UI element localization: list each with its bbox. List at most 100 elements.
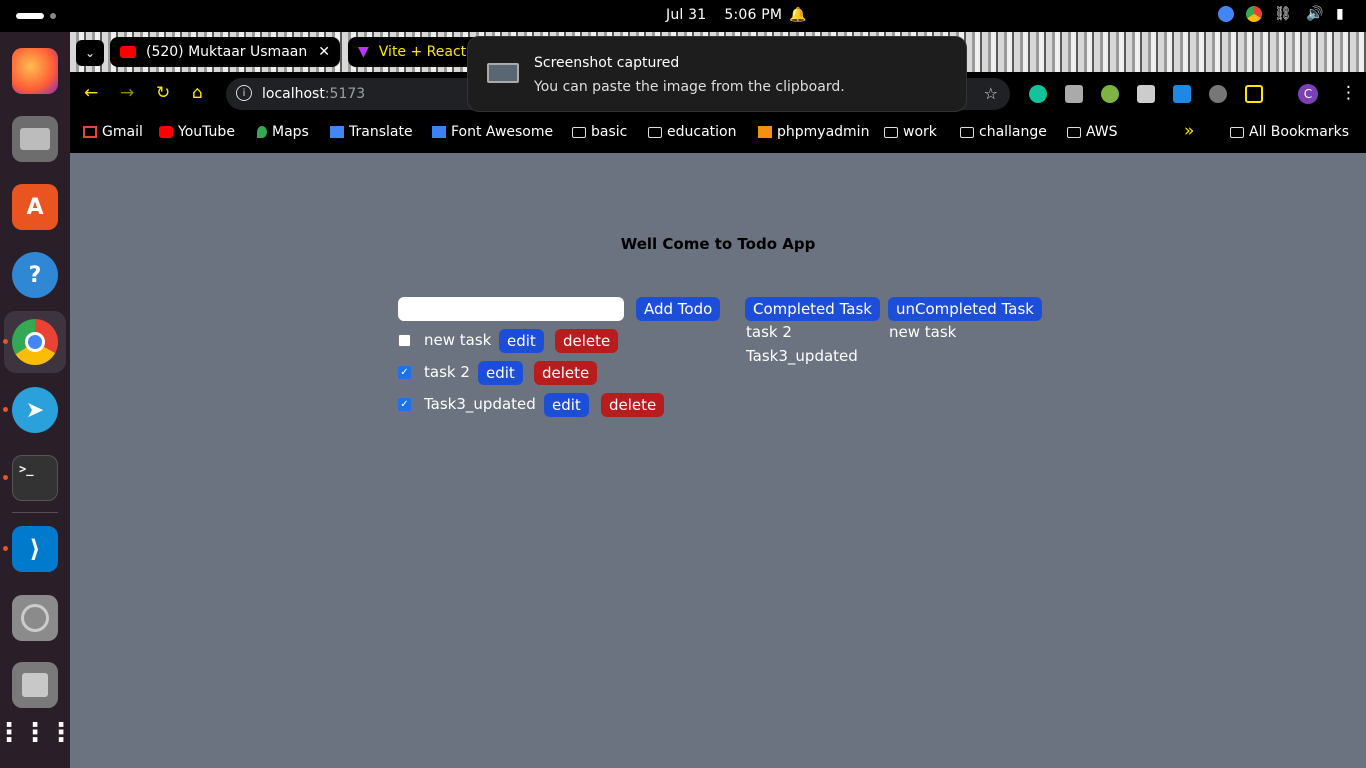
phpmyadmin-icon [758, 126, 772, 138]
clock[interactable]: Jul 31 5:06 PM [666, 7, 800, 23]
more-bookmarks-button[interactable]: » [1184, 121, 1194, 141]
workspace-dot [50, 13, 56, 19]
folder-icon [1067, 126, 1081, 138]
bookmark-label: All Bookmarks [1249, 124, 1350, 140]
camera-icon[interactable] [1137, 85, 1155, 103]
bookmark-phpmyadmin[interactable]: phpmyadmin [758, 124, 869, 140]
date-text: Jul 31 [666, 7, 707, 23]
trash-icon[interactable] [12, 662, 58, 708]
completed-item: task 2 [746, 323, 792, 341]
completed-task-button[interactable]: Completed Task [745, 297, 880, 321]
bookmark-label: work [903, 124, 937, 140]
todo-text: task 2 [424, 363, 470, 381]
add-todo-button[interactable]: Add Todo [636, 297, 721, 321]
files-icon[interactable] [12, 116, 58, 162]
notification-bell-icon[interactable]: 🔔 [789, 7, 806, 23]
tab-youtube[interactable]: (520) Muktaar Usmaan ✕ [110, 37, 340, 67]
bookmark-label: challange [979, 124, 1047, 140]
network-icon[interactable]: ⛓ [1274, 6, 1294, 22]
delete-button[interactable]: delete [601, 393, 665, 417]
grammarly-icon[interactable] [1029, 85, 1047, 103]
delete-button[interactable]: delete [534, 361, 598, 385]
extension-icon[interactable] [1209, 85, 1227, 103]
bookmark-folder-aws[interactable]: AWS [1067, 124, 1118, 140]
bookmark-gmail[interactable]: Gmail [83, 124, 143, 140]
home-icon[interactable]: ⌂ [192, 83, 203, 103]
activities-indicator[interactable] [16, 13, 44, 19]
time-text: 5:06 PM [724, 7, 783, 23]
bookmark-label: Translate [349, 124, 413, 140]
bookmark-label: basic [591, 124, 628, 140]
show-apps-icon[interactable]: ⋮⋮⋮ [0, 710, 74, 756]
close-tab-icon[interactable]: ✕ [318, 44, 330, 60]
system-tray[interactable]: ⛓ 🔊 ▮ [1218, 6, 1350, 22]
folder-icon [884, 126, 898, 138]
bookmark-label: YouTube [178, 124, 235, 140]
edit-extension-icon[interactable] [1173, 85, 1191, 103]
dock: A ? ➤ >_ ⟩ ⋮⋮⋮ [0, 32, 74, 768]
running-indicator [3, 546, 8, 551]
bookmark-folder-work[interactable]: work [884, 124, 937, 140]
reload-icon[interactable]: ↻ [156, 83, 170, 103]
screenshot-icon [487, 63, 519, 83]
add-extension-icon[interactable] [1101, 85, 1119, 103]
todo-checkbox[interactable]: ✓ [398, 398, 411, 411]
puzzle-icon[interactable] [1245, 85, 1263, 103]
gmail-icon [83, 126, 97, 138]
screenshot-notification[interactable]: Screenshot captured You can paste the im… [467, 36, 967, 112]
url-host: localhost [262, 86, 325, 102]
bookmark-star-icon[interactable]: ☆ [984, 84, 998, 103]
tab-title: (520) Muktaar Usmaan [146, 44, 308, 60]
app-indicator-icon[interactable] [1218, 6, 1234, 22]
disk-icon[interactable] [12, 595, 58, 641]
all-bookmarks-button[interactable]: All Bookmarks [1230, 124, 1349, 140]
bookmark-maps[interactable]: Maps [257, 124, 309, 140]
notification-message: You can paste the image from the clipboa… [534, 79, 845, 95]
edit-button[interactable]: edit [544, 393, 589, 417]
bookmark-label: Gmail [102, 124, 143, 140]
vite-icon: ▼ [358, 44, 369, 60]
todo-checkbox[interactable]: ✓ [398, 366, 411, 379]
forward-icon[interactable]: → [120, 83, 134, 103]
bookmark-translate[interactable]: Translate [330, 124, 413, 140]
bookmarks-bar: Gmail YouTube Maps Translate Font Awesom… [70, 116, 1366, 153]
delete-button[interactable]: delete [555, 329, 619, 353]
running-indicator [3, 407, 8, 412]
telegram-icon[interactable]: ➤ [12, 387, 58, 433]
bookmark-label: AWS [1086, 124, 1118, 140]
bookmark-font-awesome[interactable]: Font Awesome [432, 124, 553, 140]
app-center-icon[interactable]: A [12, 184, 58, 230]
youtube-icon [159, 126, 173, 138]
battery-icon[interactable]: ▮ [1336, 6, 1350, 22]
bookmark-folder-education[interactable]: education [648, 124, 736, 140]
folder-icon [960, 126, 974, 138]
volume-icon[interactable]: 🔊 [1306, 6, 1324, 22]
help-icon[interactable]: ? [12, 252, 58, 298]
menu-icon[interactable]: ⋮ [1340, 83, 1357, 103]
todo-checkbox[interactable] [398, 334, 411, 347]
bookmark-folder-basic[interactable]: basic [572, 124, 627, 140]
running-indicator [3, 475, 8, 480]
firefox-icon[interactable] [12, 48, 58, 94]
dock-separator [12, 512, 58, 513]
edit-button[interactable]: edit [499, 329, 544, 353]
uncompleted-task-button[interactable]: unCompleted Task [888, 297, 1042, 321]
system-top-bar: Jul 31 5:06 PM 🔔 ⛓ 🔊 ▮ [0, 0, 1366, 32]
todo-input[interactable] [398, 297, 624, 321]
vscode-icon[interactable]: ⟩ [12, 526, 58, 572]
url-port: :5173 [324, 86, 366, 102]
bookmark-folder-challange[interactable]: challange [960, 124, 1047, 140]
terminal-icon[interactable]: >_ [12, 455, 58, 501]
extension-icon[interactable] [1065, 85, 1083, 103]
tab-search-button[interactable]: ⌄ [76, 40, 104, 66]
chrome-icon[interactable] [12, 319, 58, 365]
font-awesome-flag-icon [432, 126, 446, 138]
uncompleted-item: new task [889, 323, 957, 341]
chrome-tray-icon[interactable] [1246, 6, 1262, 22]
edit-button[interactable]: edit [478, 361, 523, 385]
back-icon[interactable]: ← [84, 83, 98, 103]
bookmark-label: education [667, 124, 737, 140]
bookmark-youtube[interactable]: YouTube [159, 124, 235, 140]
site-info-icon[interactable]: i [236, 85, 252, 101]
profile-avatar[interactable]: C [1298, 84, 1318, 104]
